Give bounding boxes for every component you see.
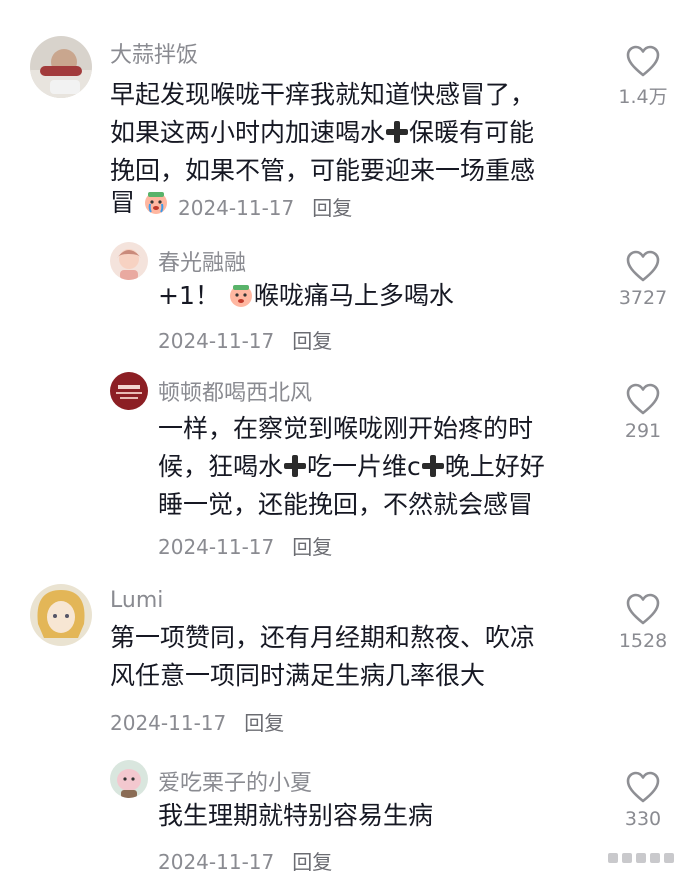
comment-author[interactable]: 顿顿都喝西北风 bbox=[158, 375, 312, 407]
avatar[interactable] bbox=[110, 242, 148, 280]
comment-date: 2024-11-17 bbox=[158, 535, 275, 559]
like-button[interactable]: 1.4万 bbox=[603, 44, 683, 109]
comment-text: 第一项赞同，还有月经期和熬夜、吹凉 风任意一项同时满足生病几率很大 bbox=[110, 623, 536, 690]
like-button[interactable]: 3727 bbox=[603, 249, 683, 309]
heart-outline-icon bbox=[626, 593, 660, 625]
like-count: 1528 bbox=[618, 630, 668, 652]
comment-text: +1！ 喉咙痛马上多喝水 bbox=[158, 281, 454, 310]
comment-date: 2024-11-17 bbox=[110, 711, 227, 735]
watermark bbox=[608, 853, 674, 863]
comment-text: 我生理期就特别容易生病 bbox=[158, 801, 434, 830]
avatar[interactable] bbox=[30, 584, 92, 646]
like-button[interactable]: 291 bbox=[603, 382, 683, 442]
comment-author[interactable]: Lumi bbox=[110, 588, 163, 613]
like-count: 1.4万 bbox=[618, 86, 668, 108]
comment-date: 2024-11-17 bbox=[158, 329, 275, 353]
heart-outline-icon bbox=[626, 383, 660, 415]
like-count: 330 bbox=[624, 808, 662, 830]
comment-date: 2024-11-17 bbox=[158, 850, 275, 874]
heavy-plus-emoji bbox=[284, 455, 307, 477]
comment-meta: 2024-11-17 回复 bbox=[158, 531, 332, 560]
avatar[interactable] bbox=[110, 760, 148, 798]
comment-text: 一样，在察觉到喉咙刚开始疼的时 候，狂喝水 吃一片维c 晚上好好 睡一觉，还能挽回，… bbox=[158, 414, 545, 519]
comment-date: 2024-11-17 bbox=[178, 196, 295, 220]
heart-outline-icon bbox=[626, 250, 660, 282]
reply-button[interactable]: 回复 bbox=[244, 711, 284, 735]
heavy-plus-emoji bbox=[386, 121, 409, 143]
heavy-plus-emoji bbox=[421, 455, 444, 477]
comment-meta: 2024-11-17 回复 bbox=[158, 846, 332, 875]
crying-face-emoji bbox=[144, 192, 167, 214]
avatar[interactable] bbox=[110, 372, 148, 410]
comment-author[interactable]: 大蒜拌饭 bbox=[110, 37, 198, 69]
crying-face-emoji bbox=[229, 285, 252, 307]
reply-button[interactable]: 回复 bbox=[292, 850, 332, 874]
heart-outline-icon bbox=[626, 771, 660, 803]
comment-meta: 2024-11-17 回复 bbox=[110, 707, 284, 736]
reply-button[interactable]: 回复 bbox=[292, 329, 332, 353]
like-button[interactable]: 330 bbox=[603, 770, 683, 830]
comment-text: 早起发现喉咙干痒我就知道快感冒了， 如果这两小时内加速喝水 保暖有可能 挽回，如果… bbox=[110, 80, 536, 185]
avatar[interactable] bbox=[30, 36, 92, 98]
comment-meta: 2024-11-17 回复 bbox=[158, 325, 332, 354]
reply-button[interactable]: 回复 bbox=[312, 196, 352, 220]
like-button[interactable]: 1528 bbox=[603, 592, 683, 652]
like-count: 3727 bbox=[618, 287, 668, 309]
comment-author[interactable]: 春光融融 bbox=[158, 245, 246, 277]
like-count: 291 bbox=[624, 420, 662, 442]
comment-meta: 2024-11-17 回复 bbox=[178, 192, 352, 221]
reply-button[interactable]: 回复 bbox=[292, 535, 332, 559]
comment-author[interactable]: 爱吃栗子的小夏 bbox=[158, 765, 312, 797]
heart-outline-icon bbox=[626, 45, 660, 77]
